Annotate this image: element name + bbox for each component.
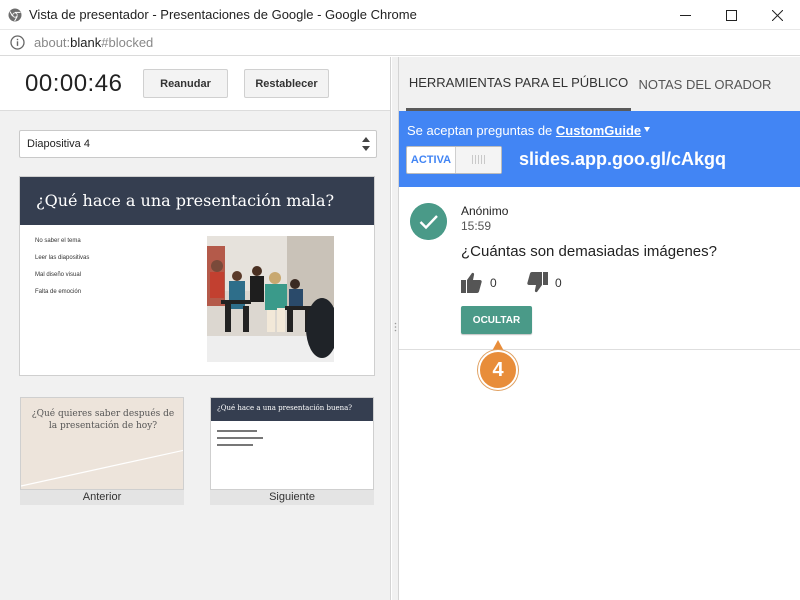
- timer-bar: 00:00:46 Reanudar Restablecer: [0, 57, 390, 111]
- tab-speaker-notes[interactable]: NOTAS DEL ORADOR: [635, 57, 775, 111]
- window-titlebar: Vista de presentador - Presentaciones de…: [0, 0, 800, 30]
- toggle-grip-icon: [472, 155, 486, 164]
- previous-slide-thumbnail[interactable]: ¿Qué quieres saber después de la present…: [20, 397, 184, 505]
- url-scheme: about:: [34, 35, 71, 50]
- presenter-right-pane: HERRAMIENTAS PARA EL PÚBLICO NOTAS DEL O…: [399, 57, 800, 600]
- tab-audience-tools[interactable]: HERRAMIENTAS PARA EL PÚBLICO: [406, 57, 631, 111]
- step-callout: 4: [478, 350, 518, 390]
- slide-bullet: No saber el tema: [35, 238, 81, 244]
- downvote-count: 0: [555, 276, 562, 290]
- qa-accepting-prefix: Se aceptan preguntas de: [407, 123, 553, 138]
- url-text[interactable]: about:blank#blocked: [34, 35, 153, 50]
- qa-accepting-text: Se aceptan preguntas de CustomGuide: [407, 123, 641, 138]
- upvote-count: 0: [490, 276, 497, 290]
- question-author: Anónimo: [461, 204, 509, 218]
- current-slide-preview: ¿Qué hace a una presentación mala? No sa…: [19, 176, 375, 376]
- mini-bullet: [217, 430, 257, 432]
- next-slide-label[interactable]: Siguiente: [210, 490, 374, 505]
- next-slide-title: ¿Qué hace a una presentación buena?: [217, 404, 353, 412]
- thumbs-up-icon[interactable]: [461, 272, 482, 293]
- slide-title: ¿Qué hace a una presentación mala?: [36, 191, 335, 210]
- next-slide-thumbnail[interactable]: ¿Qué hace a una presentación buena? Sigu…: [210, 397, 374, 505]
- qa-toggle-off[interactable]: [455, 147, 501, 173]
- slide-bullets: No saber el tema Leer las diapositivas M…: [35, 238, 89, 306]
- mini-bullet: [217, 444, 253, 446]
- select-arrows-icon: [362, 137, 370, 151]
- previous-slide-text: ¿Qué quieres saber después de la present…: [31, 409, 175, 431]
- slide-header: ¿Qué hace a una presentación mala?: [20, 177, 374, 225]
- maximize-button[interactable]: [708, 0, 754, 30]
- window-title: Vista de presentador - Presentaciones de…: [29, 7, 417, 22]
- thumbs-down-icon[interactable]: [527, 272, 548, 293]
- dropdown-caret-icon[interactable]: [644, 127, 650, 132]
- qa-toggle[interactable]: ACTIVA: [406, 146, 502, 174]
- question-text: ¿Cuántas son demasiadas imágenes?: [461, 243, 717, 260]
- close-icon: [771, 9, 783, 21]
- qa-toggle-on[interactable]: ACTIVA: [407, 147, 455, 173]
- url-host: blank: [70, 35, 102, 50]
- resume-button[interactable]: Reanudar: [143, 69, 228, 98]
- slide-photo: [207, 236, 334, 362]
- next-slide-bullets: [217, 430, 263, 451]
- slide-bullet: Leer las diapositivas: [35, 255, 90, 261]
- minimize-button[interactable]: [662, 0, 708, 30]
- slide-bullet: Mal diseño visual: [35, 272, 82, 278]
- hide-question-button[interactable]: OCULTAR: [461, 306, 532, 334]
- tab-bar: HERRAMIENTAS PARA EL PÚBLICO NOTAS DEL O…: [399, 57, 800, 111]
- pane-splitter[interactable]: [392, 57, 399, 600]
- close-button[interactable]: [754, 0, 800, 30]
- question-card: Anónimo 15:59 ¿Cuántas son demasiadas im…: [399, 187, 800, 350]
- minimize-icon: [679, 14, 691, 16]
- previous-slide-label[interactable]: Anterior: [20, 490, 184, 505]
- qa-link[interactable]: slides.app.goo.gl/cAkgq: [519, 149, 726, 170]
- chrome-icon: [8, 8, 22, 22]
- next-slide-frame: ¿Qué hace a una presentación buena?: [210, 397, 374, 490]
- info-icon[interactable]: [10, 35, 25, 50]
- mini-bullet: [217, 437, 263, 439]
- drag-handle-icon: [394, 322, 397, 332]
- previous-slide-frame: ¿Qué quieres saber después de la present…: [20, 397, 184, 490]
- presenter-left-pane: 00:00:46 Reanudar Restablecer Diapositiv…: [0, 57, 391, 600]
- next-slide-header: ¿Qué hace a una presentación buena?: [211, 398, 373, 421]
- qa-audience-dropdown[interactable]: CustomGuide: [556, 123, 641, 138]
- address-bar[interactable]: about:blank#blocked: [0, 30, 800, 56]
- reset-button[interactable]: Restablecer: [244, 69, 329, 98]
- maximize-icon: [725, 9, 737, 21]
- qa-banner: Se aceptan preguntas de CustomGuide ACTI…: [399, 111, 800, 187]
- slide-select-value: Diapositiva 4: [27, 138, 90, 150]
- check-icon: [410, 203, 447, 240]
- question-time: 15:59: [461, 219, 492, 233]
- slide-bullet: Falta de emoción: [35, 289, 82, 295]
- slide-select[interactable]: Diapositiva 4: [19, 130, 377, 158]
- url-fragment: #blocked: [101, 35, 154, 50]
- elapsed-timer: 00:00:46: [25, 70, 123, 97]
